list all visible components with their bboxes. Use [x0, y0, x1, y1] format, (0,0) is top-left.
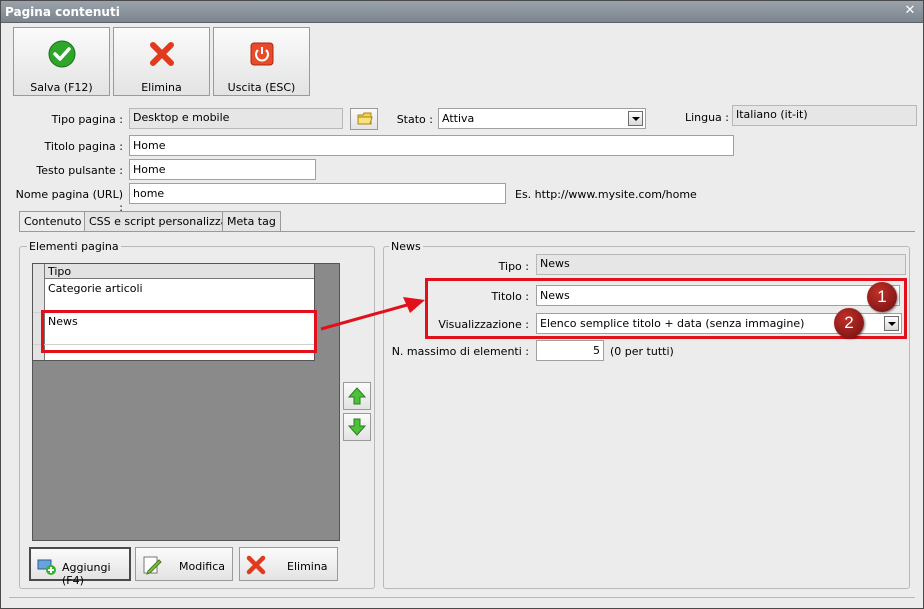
save-button[interactable]: Salva (F12) [13, 27, 110, 96]
red-x-icon [150, 42, 174, 66]
stato-label: Stato : [396, 113, 433, 126]
window-title: Pagina contenuti [5, 5, 120, 19]
news-group-title: News [389, 240, 423, 253]
nome-pagina-input[interactable]: home [129, 183, 506, 204]
max-elements-hint: (0 per tutti) [610, 345, 674, 358]
exit-button[interactable]: Uscita (ESC) [213, 27, 310, 96]
pagina-contenuti-window: Pagina contenuti ✕ Salva (F12) Elimina U… [0, 0, 924, 609]
browse-button[interactable] [350, 108, 378, 130]
add-button-label: Aggiungi (F4) [62, 561, 111, 587]
annotation-badge-2: 2 [834, 308, 864, 338]
title-bar: Pagina contenuti ✕ [1, 1, 923, 23]
tab-css-script[interactable]: CSS e script personalizzati [84, 211, 240, 231]
edit-button-label: Modifica [179, 560, 225, 573]
news-tipo-field: News [536, 254, 906, 275]
move-down-button[interactable] [343, 413, 371, 441]
titolo-pagina-label: Titolo pagina : [44, 140, 123, 153]
delete-element-button-label: Elimina [287, 560, 328, 573]
url-example: Es. http://www.mysite.com/home [515, 188, 697, 201]
max-elements-label: N. massimo di elementi : [391, 345, 529, 358]
max-elements-input[interactable]: 5 [536, 340, 604, 361]
exit-button-label: Uscita (ESC) [227, 81, 296, 94]
tab-divider [19, 231, 915, 232]
list-item[interactable]: Categorie articoli [48, 282, 143, 295]
annotation-arrow-icon [320, 297, 425, 331]
red-x-icon [246, 555, 266, 575]
tipo-pagina-label: Tipo pagina : [51, 113, 123, 126]
delete-element-button[interactable]: Elimina [239, 547, 338, 581]
close-icon[interactable]: ✕ [903, 4, 917, 18]
edit-button[interactable]: Modifica [135, 547, 233, 581]
stato-dropdown-value: Attiva [442, 112, 475, 125]
chevron-down-icon[interactable] [628, 111, 643, 126]
status-strip [9, 597, 915, 602]
tipo-pagina-field: Desktop e mobile [129, 108, 343, 129]
elementi-pagina-title: Elementi pagina [27, 240, 121, 253]
annotation-badge-1: 1 [867, 282, 897, 312]
delete-button[interactable]: Elimina [113, 27, 210, 96]
titolo-pagina-input[interactable]: Home [129, 135, 734, 156]
news-tipo-label: Tipo : [498, 260, 529, 273]
highlight-news-row [41, 310, 317, 353]
lingua-field: Italiano (it-it) [732, 105, 917, 126]
grid-column-header-tipo: Tipo [48, 265, 72, 278]
arrow-down-icon [347, 418, 367, 436]
arrow-up-icon [347, 387, 367, 405]
tab-contenuto[interactable]: Contenuto [19, 211, 87, 232]
testo-pulsante-label: Testo pulsante : [36, 164, 123, 177]
folder-icon [357, 112, 373, 125]
power-icon [250, 42, 274, 66]
save-button-label: Salva (F12) [30, 81, 93, 94]
stato-dropdown[interactable]: Attiva [438, 108, 646, 129]
edit-icon [143, 556, 162, 575]
delete-button-label: Elimina [141, 81, 182, 94]
checkmark-icon [48, 40, 76, 68]
tab-meta-tag[interactable]: Meta tag [222, 211, 281, 231]
testo-pulsante-input[interactable]: Home [129, 159, 316, 180]
lingua-label: Lingua : [684, 111, 729, 124]
grid-header [33, 264, 314, 279]
add-item-icon [37, 559, 56, 575]
add-button[interactable]: Aggiungi (F4) [29, 547, 131, 587]
move-up-button[interactable] [343, 382, 371, 410]
